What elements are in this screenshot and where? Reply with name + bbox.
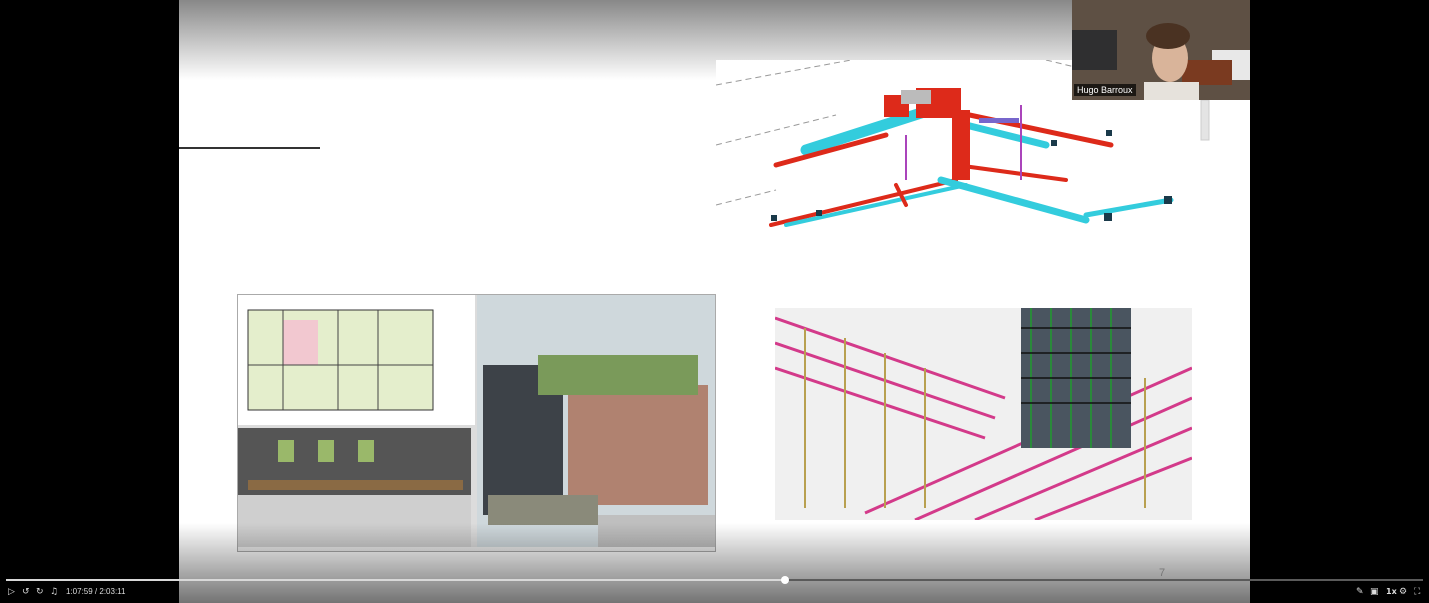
rebar-model-image [775,308,1192,520]
rewind-icon[interactable]: ↺ [22,586,30,598]
progress-bar[interactable] [6,576,1423,584]
webcam-video: Hugo Barroux [1072,0,1250,100]
progress-fill [6,579,786,581]
participant-name-label: Hugo Barroux [1074,84,1136,96]
play-icon[interactable]: ▷ [8,586,15,598]
total-time: 2:03:11 [99,587,126,596]
progress-handle[interactable] [781,576,790,584]
time-display: 1:07:59 / 2:03:11 [66,586,125,598]
playback-speed-button[interactable]: 1x [1386,586,1397,598]
bim-views-image [237,294,716,552]
title-underline [179,147,320,149]
subtitles-icon[interactable]: ✎ [1356,586,1364,598]
video-player-controls: ▷ ↺ ↻ ♫ 1:07:59 / 2:03:11 ✎ ▣ 1x ⚙ ⛶ [0,576,1429,603]
volume-icon[interactable]: ♫ [50,586,58,598]
settings-icon[interactable]: ⚙ [1399,586,1407,598]
current-time: 1:07:59 [66,587,93,596]
fullscreen-icon[interactable]: ⛶ [1414,586,1420,598]
forward-icon[interactable]: ↻ [36,586,44,598]
screen-icon[interactable]: ▣ [1370,586,1379,598]
